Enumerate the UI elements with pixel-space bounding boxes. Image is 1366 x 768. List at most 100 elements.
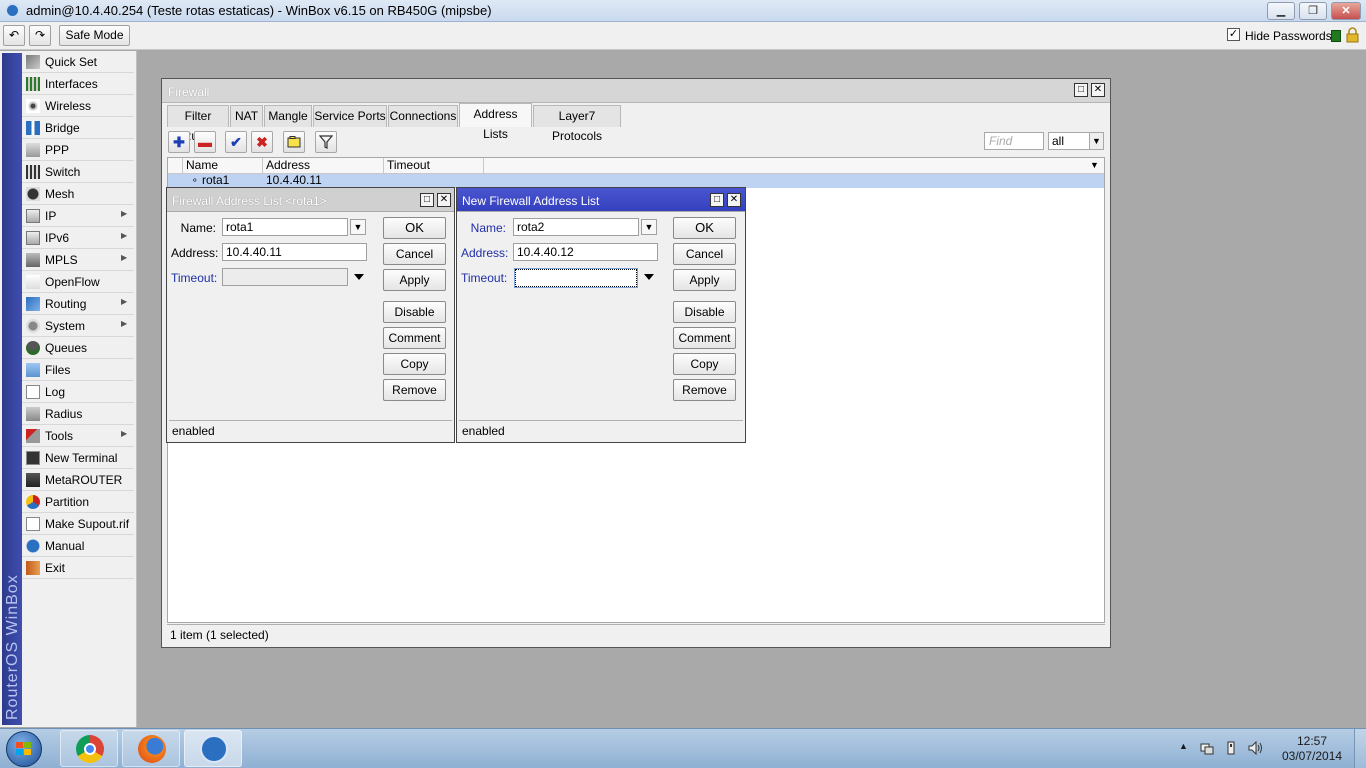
menu-item-make-supout-rif[interactable]: Make Supout.rif: [22, 513, 134, 535]
dialog2-timeout-input[interactable]: [514, 268, 638, 288]
window-maximize-icon[interactable]: □: [1074, 83, 1088, 97]
table-row[interactable]: ⚬ rota1 10.4.40.11: [168, 174, 1104, 188]
dialog1-timeout-input[interactable]: [222, 268, 348, 286]
filter-icon[interactable]: [315, 131, 337, 153]
menu-item-files[interactable]: Files: [22, 359, 134, 381]
column-address[interactable]: Address: [263, 158, 384, 174]
tray-expand-icon[interactable]: ▲: [1179, 741, 1188, 751]
firewall-title: Firewall: [168, 85, 210, 99]
dialog2-timeout-chevron-icon[interactable]: [644, 274, 654, 280]
menu-item-switch[interactable]: Switch: [22, 161, 134, 183]
menu-item-system[interactable]: System ▶: [22, 315, 134, 337]
network-icon[interactable]: [1200, 741, 1214, 758]
volume-icon[interactable]: [1248, 740, 1264, 758]
dialog1-copy-button[interactable]: Copy: [383, 353, 446, 375]
show-desktop-button[interactable]: [1354, 729, 1366, 768]
dialog2-remove-button[interactable]: Remove: [673, 379, 736, 401]
menu-item-label: Make Supout.rif: [45, 517, 130, 531]
switch-icon: [26, 165, 40, 179]
disable-icon[interactable]: ✖: [251, 131, 273, 153]
menu-item-wireless[interactable]: Wireless: [22, 95, 134, 117]
menu-item-interfaces[interactable]: Interfaces: [22, 73, 134, 95]
add-icon[interactable]: ✚: [168, 131, 190, 153]
taskbar-winbox[interactable]: [184, 730, 242, 767]
menu-item-mpls[interactable]: MPLS ▶: [22, 249, 134, 271]
menu-item-radius[interactable]: Radius: [22, 403, 134, 425]
menu-item-manual[interactable]: Manual: [22, 535, 134, 557]
menu-item-mesh[interactable]: Mesh: [22, 183, 134, 205]
menu-item-exit[interactable]: Exit: [22, 557, 134, 579]
column-timeout[interactable]: Timeout: [384, 158, 484, 174]
dialog2-disable-button[interactable]: Disable: [673, 301, 736, 323]
menu-item-openflow[interactable]: OpenFlow: [22, 271, 134, 293]
taskbar-firefox[interactable]: [122, 730, 180, 767]
tab-nat[interactable]: NAT: [230, 105, 263, 127]
remove-icon[interactable]: ▬: [194, 131, 216, 153]
filter-select[interactable]: all ▼: [1048, 132, 1104, 150]
comment-icon[interactable]: [283, 131, 305, 153]
dialog2-name-input[interactable]: rota2: [513, 218, 639, 236]
dialog1-apply-button[interactable]: Apply: [383, 269, 446, 291]
usb-icon[interactable]: [1224, 741, 1238, 758]
minimize-button[interactable]: ▁: [1267, 2, 1295, 20]
undo-icon[interactable]: ↶: [3, 25, 25, 46]
dialog2-address-input[interactable]: 10.4.40.12: [513, 243, 658, 261]
menu-item-bridge[interactable]: Bridge: [22, 117, 134, 139]
menu-item-label: MPLS: [45, 253, 78, 267]
dialog1-comment-button[interactable]: Comment: [383, 327, 446, 349]
dialog1-cancel-button[interactable]: Cancel: [383, 243, 446, 265]
dialog1-close-icon[interactable]: ✕: [437, 193, 451, 207]
dialog2-close-icon[interactable]: ✕: [727, 193, 741, 207]
dialog1-timeout-chevron-icon[interactable]: [354, 274, 364, 280]
find-input[interactable]: Find: [984, 132, 1044, 150]
dialog1-address-input[interactable]: 10.4.40.11: [222, 243, 367, 261]
tab-address-lists[interactable]: Address Lists: [459, 103, 532, 141]
chevron-down-icon[interactable]: ▼: [1089, 133, 1103, 149]
menu-item-queues[interactable]: Queues: [22, 337, 134, 359]
dialog2-copy-button[interactable]: Copy: [673, 353, 736, 375]
dialog2-name-dropdown-icon[interactable]: ▼: [641, 219, 657, 235]
maximize-button[interactable]: ❐: [1299, 2, 1327, 20]
dialog1-timeout-label: Timeout:: [171, 271, 218, 285]
tab-mangle[interactable]: Mangle: [264, 105, 312, 127]
column-name[interactable]: Name: [183, 158, 263, 174]
tab-service-ports[interactable]: Service Ports: [313, 105, 387, 127]
menu-item-partition[interactable]: Partition: [22, 491, 134, 513]
tab-layer7-protocols[interactable]: Layer7 Protocols: [533, 105, 621, 143]
dialog1-maximize-icon[interactable]: □: [420, 193, 434, 207]
dialog2-ok-button[interactable]: OK: [673, 217, 736, 239]
close-button[interactable]: ✕: [1331, 2, 1361, 20]
dialog1-disable-button[interactable]: Disable: [383, 301, 446, 323]
dialog1-name-input[interactable]: rota1: [222, 218, 348, 236]
columns-dropdown-icon[interactable]: ▼: [1090, 160, 1099, 170]
menu-item-quick-set[interactable]: Quick Set: [22, 51, 134, 73]
dialog1-titlebar: Firewall Address List <rota1> □ ✕: [167, 188, 454, 212]
dialog1-remove-button[interactable]: Remove: [383, 379, 446, 401]
clock[interactable]: 12:57 03/07/2014: [1282, 734, 1342, 764]
menu-item-routing[interactable]: Routing ▶: [22, 293, 134, 315]
dialog2-name-label: Name:: [470, 221, 506, 235]
start-button[interactable]: [6, 731, 42, 767]
tab-connections[interactable]: Connections: [388, 105, 458, 127]
menu-item-ipv6[interactable]: IPv6 ▶: [22, 227, 134, 249]
dialog1-ok-button[interactable]: OK: [383, 217, 446, 239]
tab-filter-rules[interactable]: Filter Rules: [167, 105, 229, 143]
dialog2-maximize-icon[interactable]: □: [710, 193, 724, 207]
menu-item-new-terminal[interactable]: New Terminal: [22, 447, 134, 469]
redo-icon[interactable]: ↷: [29, 25, 51, 46]
dialog2-comment-button[interactable]: Comment: [673, 327, 736, 349]
dialog2-apply-button[interactable]: Apply: [673, 269, 736, 291]
hide-passwords-checkbox[interactable]: ✓: [1227, 28, 1240, 41]
submenu-arrow-icon: ▶: [121, 209, 128, 218]
safe-mode-button[interactable]: Safe Mode: [59, 25, 130, 46]
menu-item-log[interactable]: Log: [22, 381, 134, 403]
dialog1-name-dropdown-icon[interactable]: ▼: [350, 219, 366, 235]
menu-item-metarouter[interactable]: MetaROUTER: [22, 469, 134, 491]
dialog2-cancel-button[interactable]: Cancel: [673, 243, 736, 265]
menu-item-ppp[interactable]: PPP: [22, 139, 134, 161]
menu-item-ip[interactable]: IP ▶: [22, 205, 134, 227]
menu-item-tools[interactable]: Tools ▶: [22, 425, 134, 447]
window-close-icon[interactable]: ✕: [1091, 83, 1105, 97]
taskbar-chrome[interactable]: [60, 730, 118, 767]
enable-icon[interactable]: ✔: [225, 131, 247, 153]
